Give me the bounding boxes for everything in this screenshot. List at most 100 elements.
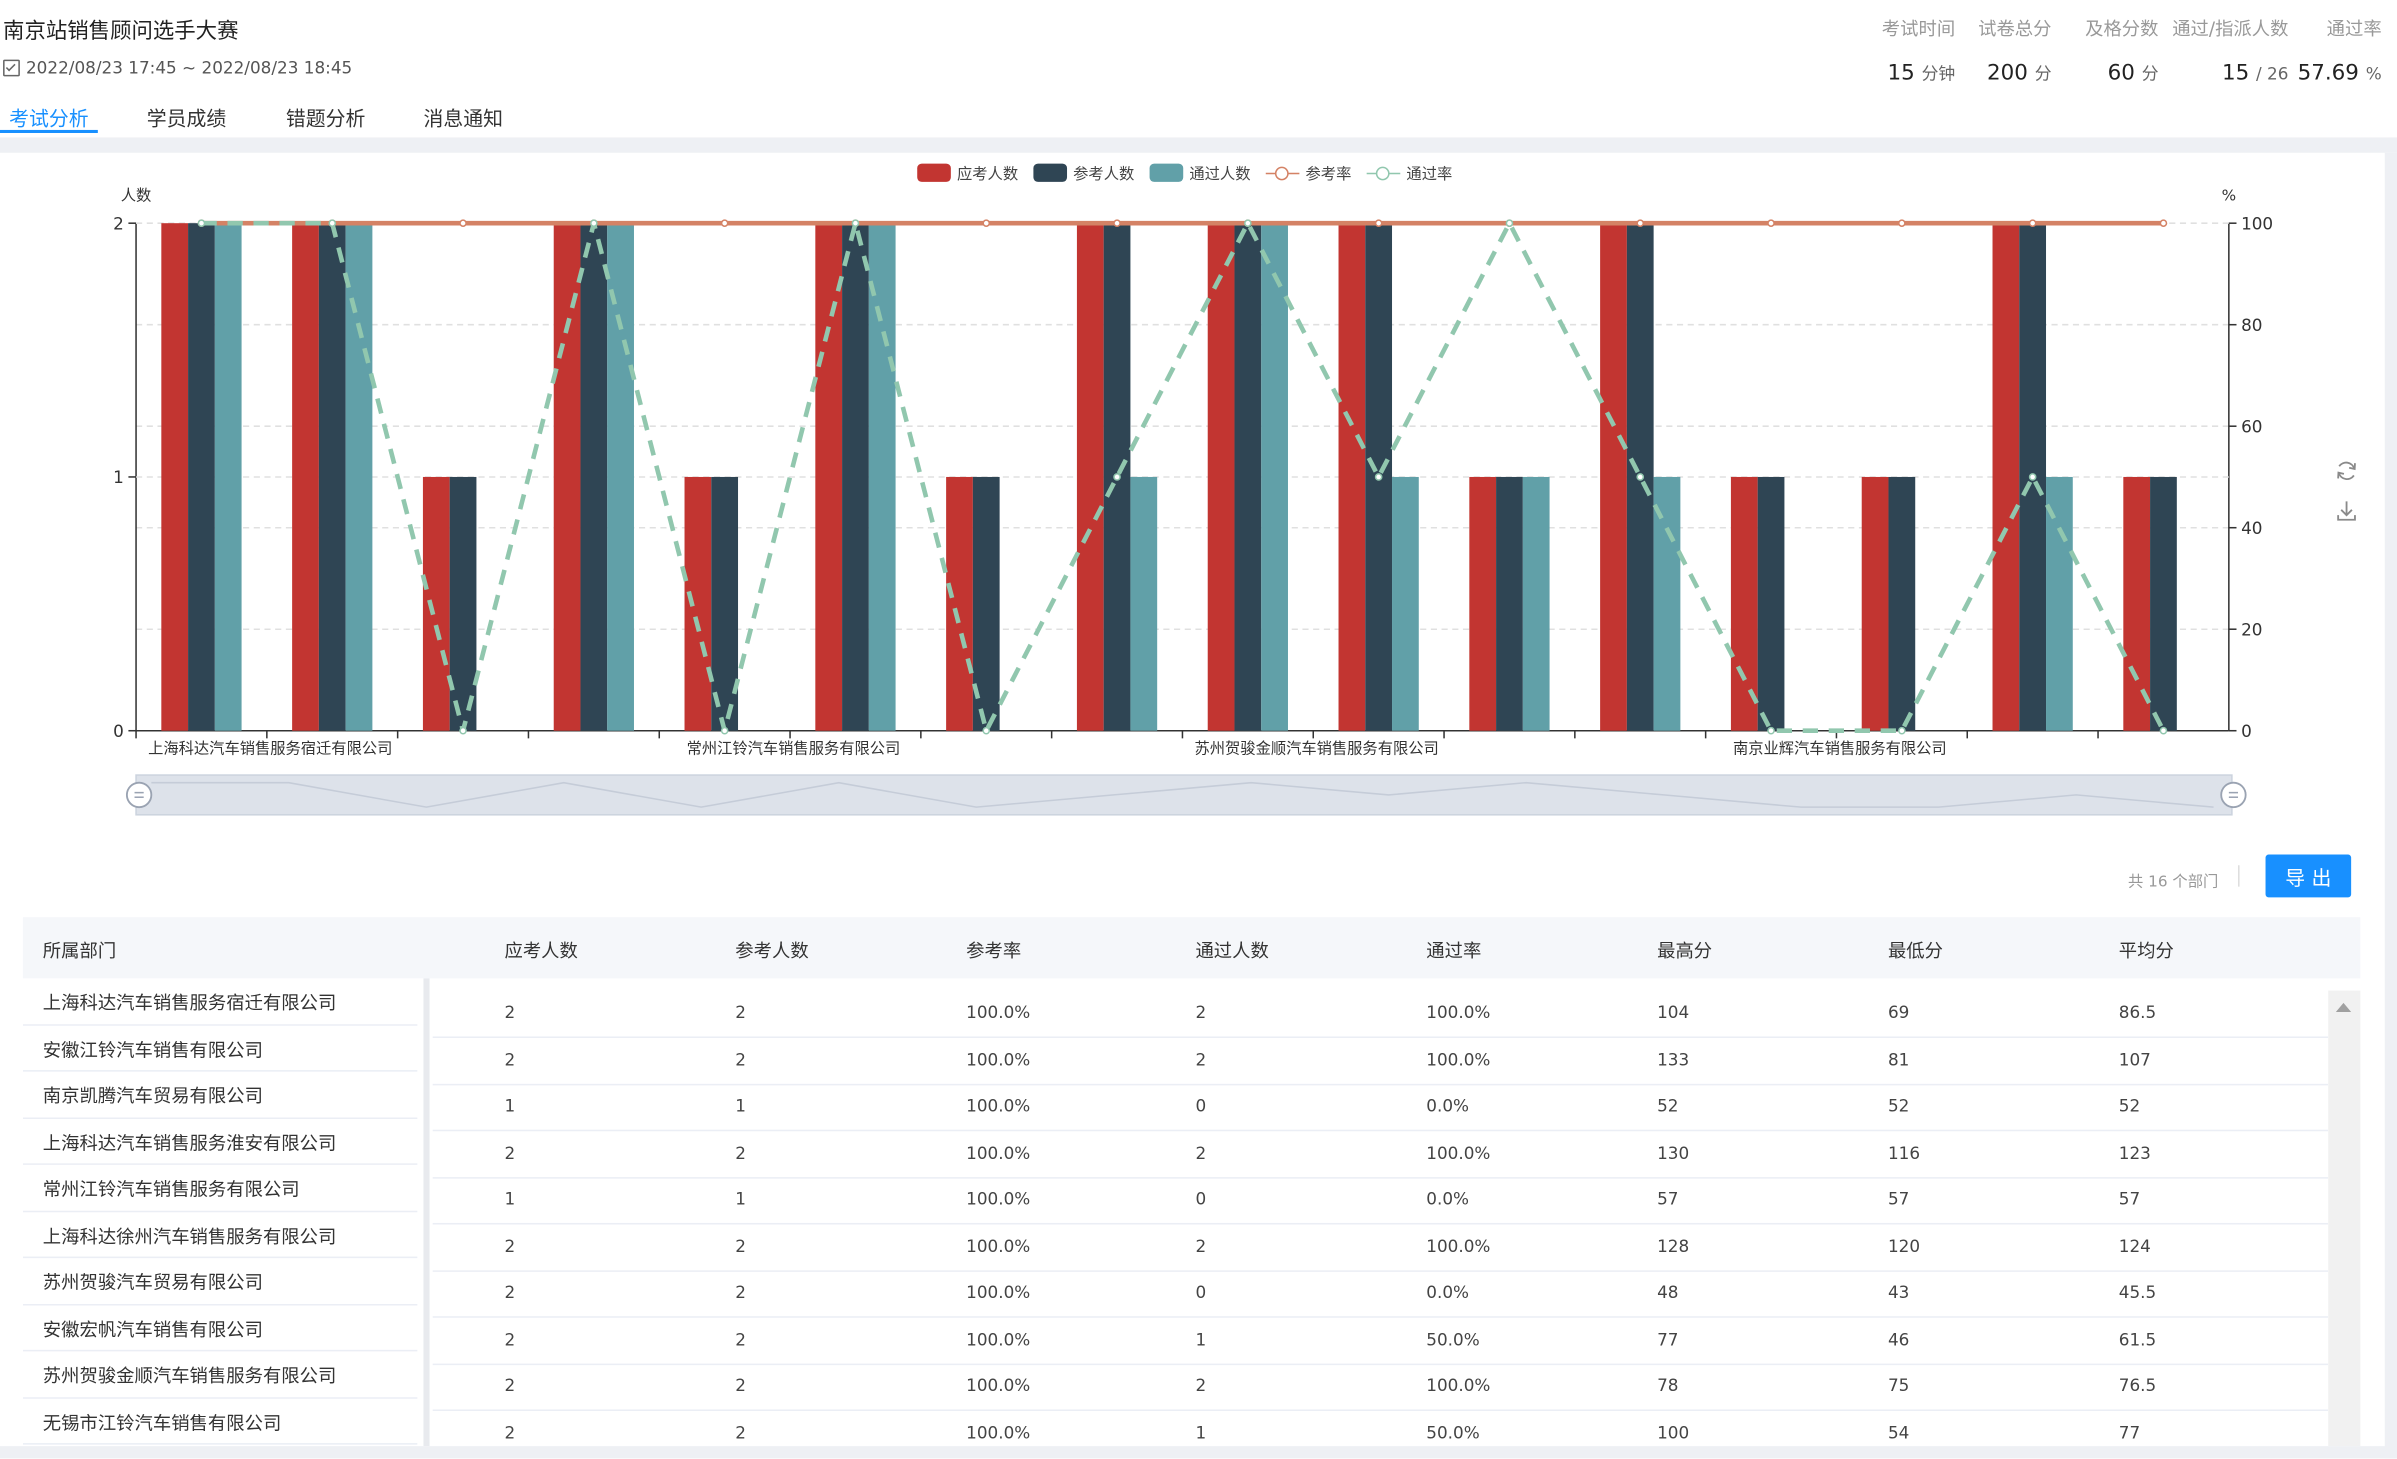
y-right-tick-label: 20	[2241, 619, 2262, 639]
table-cell: 52	[1887, 1096, 1910, 1116]
table-cell: 2	[1195, 1142, 1207, 1163]
col-header-department[interactable]: 所属部门	[43, 937, 116, 963]
table-row: 2 2 100.0% 0 0.0% 48 43 45.5	[432, 1270, 2329, 1318]
table-cell: 100.0%	[1426, 1375, 1491, 1396]
chart-bar	[1992, 223, 2020, 731]
col-header-avg-score[interactable]: 平均分	[2119, 937, 2174, 963]
line-point	[459, 726, 467, 735]
y-left-tick-label: 1	[113, 467, 124, 487]
table-cell: 100.0%	[966, 1189, 1031, 1210]
x-axis-tick-label: 常州江铃汽车销售服务有限公司	[687, 740, 901, 758]
col-header-expected[interactable]: 应考人数	[504, 937, 577, 963]
table-cell: 52	[1657, 1096, 1679, 1116]
toolbar-divider	[2238, 865, 2240, 887]
table-cell: 1	[735, 1096, 747, 1116]
line-point	[1374, 473, 1383, 481]
line-point	[1767, 726, 1775, 735]
table-cell: 81	[1887, 1049, 1910, 1070]
table-cell: 77	[1657, 1329, 1679, 1350]
row-divider	[22, 1443, 418, 1445]
chart-bar	[1234, 223, 1262, 731]
line-point	[2028, 473, 2037, 481]
y-left-tick-label: 2	[113, 213, 124, 233]
datazoom-end-handle[interactable]	[2220, 781, 2247, 809]
line-point	[2159, 726, 2168, 735]
table-cell: 0.0%	[1426, 1096, 1470, 1116]
chart-bar	[1757, 476, 1785, 731]
chart-bar	[2150, 476, 2177, 731]
table-cell: 86.5	[2118, 1002, 2157, 1023]
department-cell: 安徽宏帆汽车销售有限公司	[42, 1318, 263, 1340]
table-cell: 2	[504, 1375, 516, 1396]
y-right-axis-title: %	[2222, 186, 2237, 204]
table-cell: 2	[1195, 1049, 1207, 1070]
table-cell: 2	[504, 1282, 516, 1303]
table-cell: 48	[1657, 1282, 1679, 1303]
table-cell: 2	[1195, 1375, 1207, 1396]
row-divider	[22, 1256, 418, 1259]
col-header-pass-rate[interactable]: 通过率	[1426, 937, 1481, 963]
table-cell: 61.5	[2118, 1329, 2157, 1350]
col-header-min-score[interactable]: 最低分	[1888, 937, 1943, 963]
line-point	[1898, 219, 1906, 228]
table-row: 1 1 100.0% 0 0.0% 57 57 57	[432, 1177, 2329, 1225]
datazoom-start-handle[interactable]	[125, 781, 153, 809]
col-header-participation-rate[interactable]: 参考率	[966, 937, 1021, 963]
export-button[interactable]: 导 出	[2265, 854, 2352, 898]
table-cell: 124	[2118, 1235, 2151, 1256]
y-right-tick-label: 0	[2241, 721, 2252, 741]
col-header-passed[interactable]: 通过人数	[1195, 937, 1268, 963]
table-cell: 54	[1887, 1422, 1910, 1443]
chart-bar	[214, 223, 242, 731]
table-cell: 100.0%	[966, 1375, 1031, 1396]
table-row: 2 2 100.0% 2 100.0% 104 69 86.5	[432, 991, 2329, 1038]
table-cell: 2	[735, 1049, 747, 1070]
row-divider	[22, 1023, 418, 1025]
chart-bar	[1861, 476, 1889, 731]
chart-bar	[815, 223, 843, 731]
table-cell: 43	[1887, 1282, 1910, 1303]
row-divider	[22, 1349, 418, 1352]
table-row: 1 1 100.0% 0 0.0% 52 52 52	[432, 1084, 2329, 1132]
department-cell: 上海科达徐州汽车销售服务有限公司	[42, 1225, 337, 1247]
table-cell: 100.0%	[966, 1282, 1031, 1303]
line-point	[197, 219, 206, 228]
row-divider	[22, 1116, 418, 1119]
table-cell: 45.5	[2118, 1282, 2157, 1303]
col-header-participants[interactable]: 参考人数	[735, 937, 808, 963]
table-cell: 120	[1887, 1235, 1921, 1256]
table-cell: 100.0%	[966, 1235, 1031, 1256]
department-count: 共 16 个部门	[2127, 874, 2219, 892]
table-cell: 77	[2118, 1422, 2141, 1443]
table-cell: 1	[504, 1189, 516, 1210]
table-cell: 2	[504, 1142, 516, 1163]
table-cell: 46	[1887, 1329, 1910, 1350]
department-fixed-column: 上海科达汽车销售服务宿迁有限公司 安徽江铃汽车销售有限公司 南京凯腾汽车贸易有限公司…	[22, 978, 430, 1447]
table-scrollbar[interactable]	[2328, 990, 2361, 1447]
table-row: 2 2 100.0% 2 100.0% 133 81 107	[432, 1037, 2329, 1085]
refresh-icon[interactable]	[2334, 459, 2358, 483]
table-cell: 133	[1657, 1049, 1690, 1070]
chart-bar	[1888, 476, 1916, 731]
chart-bar	[1261, 223, 1288, 731]
line-point	[590, 219, 598, 228]
department-cell: 常州江铃汽车销售服务有限公司	[42, 1178, 300, 1201]
line-point	[982, 219, 991, 228]
line-point	[1374, 219, 1383, 228]
y-right-tick-label: 60	[2241, 416, 2262, 436]
table-cell: 50.0%	[1426, 1422, 1480, 1443]
line-point	[720, 726, 729, 735]
arrow-up-icon[interactable]	[2335, 1002, 2352, 1012]
table-cell: 100.0%	[1426, 1049, 1491, 1070]
download-icon[interactable]	[2334, 498, 2358, 522]
table-cell: 0	[1195, 1189, 1207, 1210]
table-cell: 116	[1887, 1142, 1921, 1163]
table-cell: 2	[504, 1049, 516, 1070]
table-cell: 78	[1657, 1375, 1679, 1396]
row-divider	[22, 1396, 418, 1398]
line-point	[1636, 219, 1645, 228]
table-cell: 57	[2118, 1189, 2141, 1210]
table-cell: 2	[1195, 1235, 1207, 1256]
col-header-max-score[interactable]: 最高分	[1657, 937, 1712, 963]
line-point	[2159, 219, 2168, 228]
